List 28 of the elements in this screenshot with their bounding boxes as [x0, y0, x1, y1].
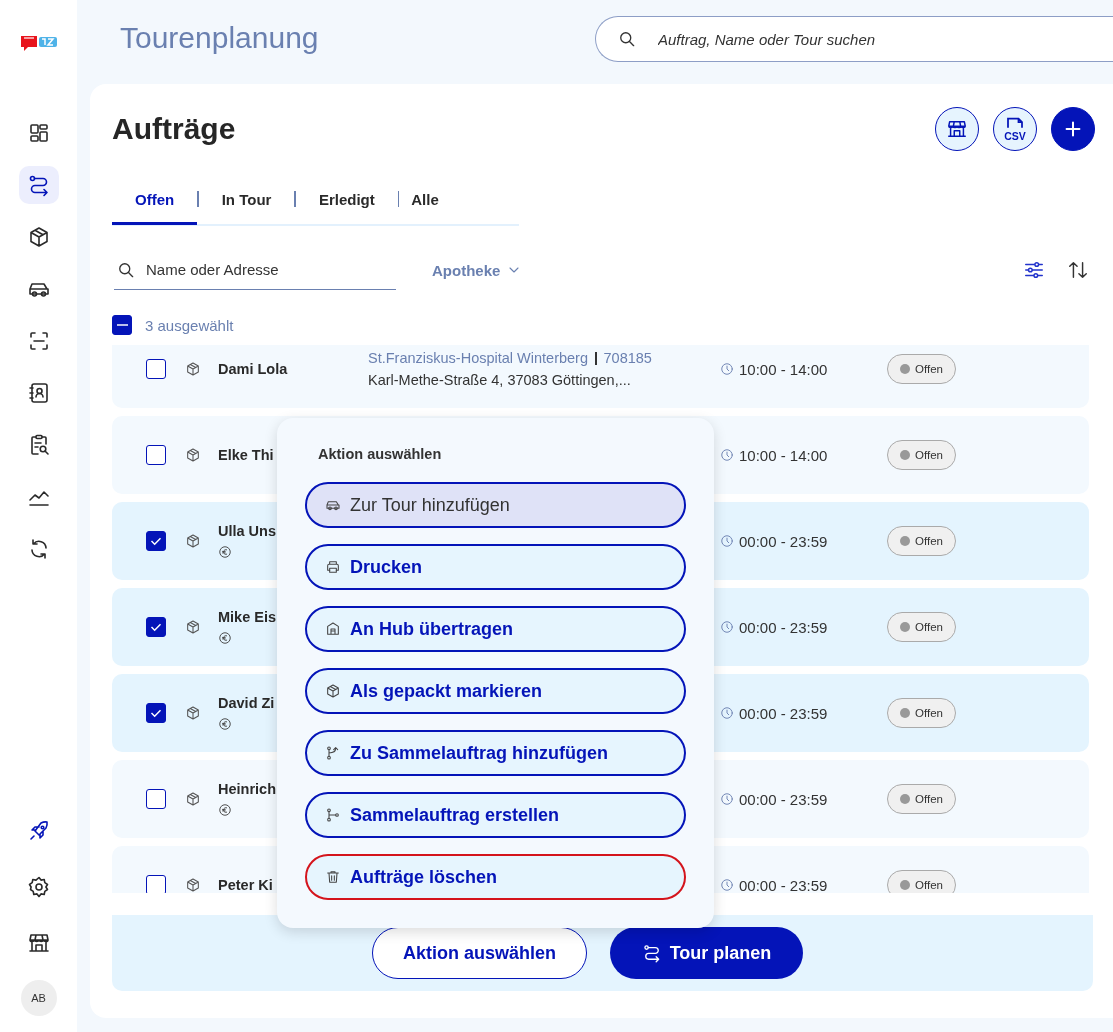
customer-name: Ulla Uns	[218, 523, 276, 539]
customer-name: Elke Thi	[218, 447, 274, 463]
customer-name: Mike Eis	[218, 609, 277, 625]
time-window: 00:00 - 23:59	[739, 876, 828, 893]
status-badge: Offen	[887, 354, 956, 384]
pharmacy-name: St.Franziskus-Hospital Winterberg	[368, 350, 588, 366]
status-badge: Offen	[887, 612, 956, 642]
customer-name: Peter Ki	[218, 877, 273, 893]
time-window: 10:00 - 14:00	[739, 446, 828, 464]
time-window: 00:00 - 23:59	[739, 532, 828, 550]
time-window: 10:00 - 14:00	[739, 360, 828, 378]
time-window: 00:00 - 23:59	[739, 704, 828, 722]
status-badge: Offen	[887, 526, 956, 556]
customer-name: Heinrich	[218, 781, 276, 797]
status-badge: Offen	[887, 784, 956, 814]
selection-count: 3 ausgewählt	[145, 316, 234, 334]
address: Karl-Methe-Straße 4, 37083 Göttingen,...	[368, 372, 632, 388]
order-number: 708185	[603, 350, 652, 366]
menu-title: Aktion auswählen	[318, 446, 443, 462]
app-title: Tourenplanung	[120, 21, 319, 55]
status-badge: Offen	[887, 698, 956, 728]
customer-name: David Zi	[218, 695, 275, 711]
time-window: 00:00 - 23:59	[739, 790, 828, 808]
status-badge: Offen	[887, 870, 956, 893]
time-window: 00:00 - 23:59	[739, 618, 828, 636]
page-title: Aufträge	[112, 112, 236, 146]
status-badge: Offen	[887, 440, 956, 470]
customer-name: Dami Lola	[218, 361, 288, 377]
